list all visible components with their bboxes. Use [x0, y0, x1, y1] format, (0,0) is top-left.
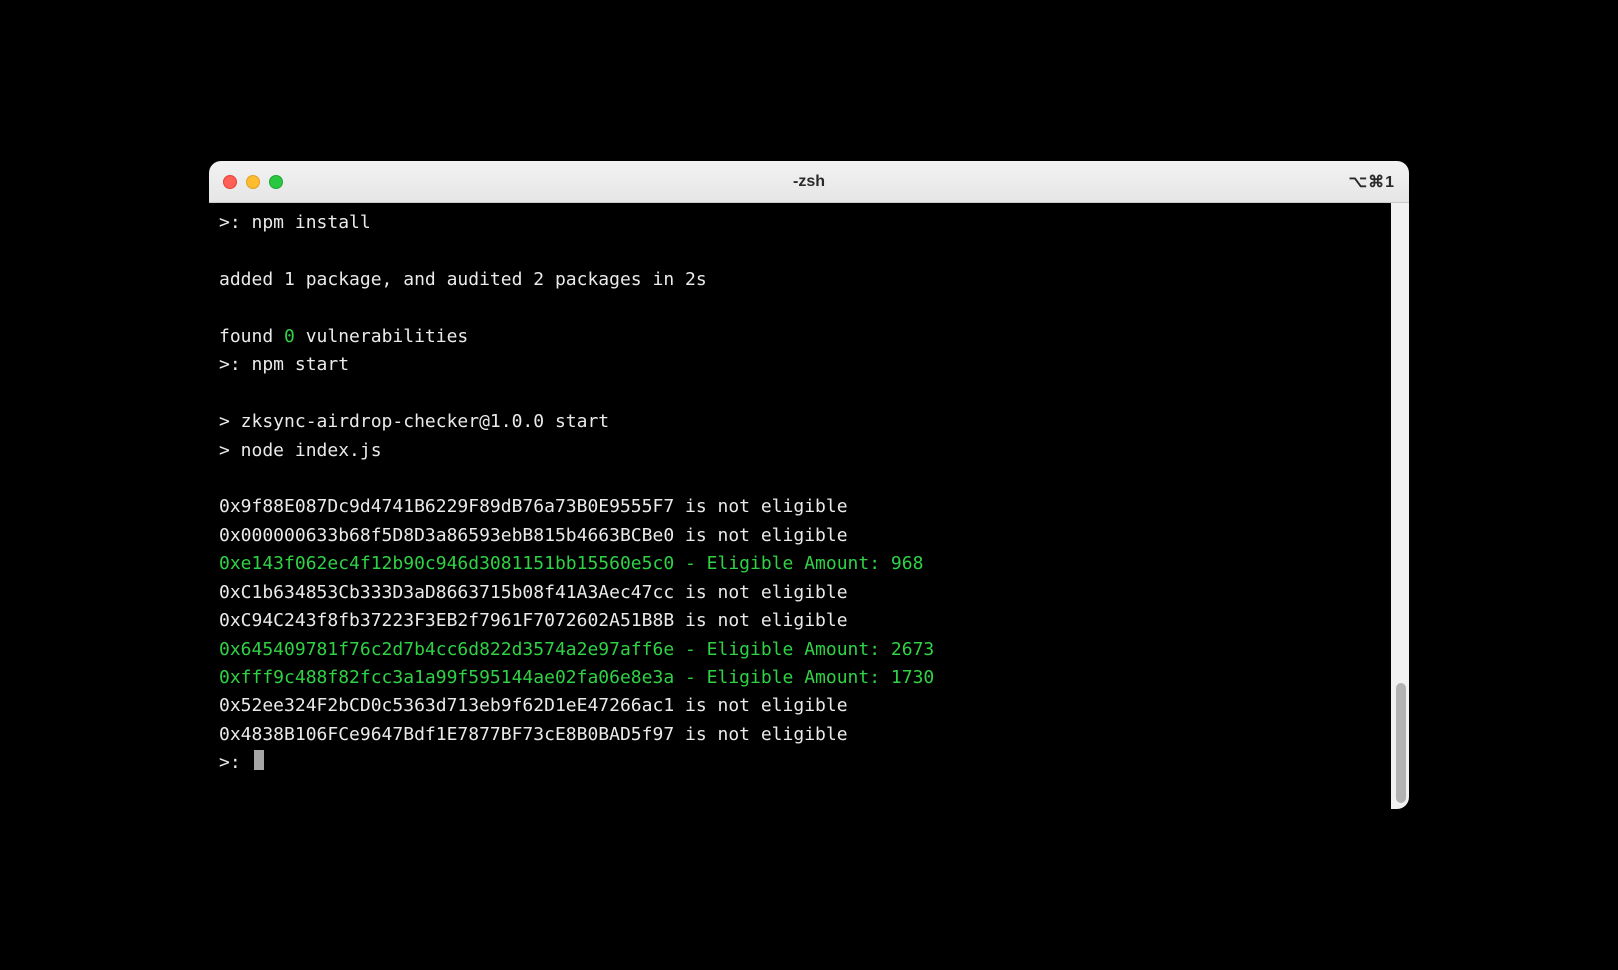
minimize-icon[interactable] [246, 175, 260, 189]
terminal-line: added 1 package, and audited 2 packages … [219, 266, 1399, 294]
terminal-text: 0x000000633b68f5D8D3a86593ebB815b4663BCB… [219, 525, 848, 546]
terminal-line [219, 465, 1399, 493]
terminal-line: 0xC1b634853Cb333D3aD8663715b08f41A3Aec47… [219, 579, 1399, 607]
terminal-line: 0x000000633b68f5D8D3a86593ebB815b4663BCB… [219, 522, 1399, 550]
terminal-line [219, 237, 1399, 265]
cursor-icon [254, 750, 264, 770]
terminal-line: found 0 vulnerabilities [219, 323, 1399, 351]
terminal-text: 0xfff9c488f82fcc3a1a99f595144ae02fa06e8e… [219, 667, 934, 688]
terminal-line: 0x4838B106FCe9647Bdf1E7877BF73cE8B0BAD5f… [219, 721, 1399, 749]
terminal-text: >: npm start [219, 354, 349, 375]
terminal-line: 0xC94C243f8fb37223F3EB2f7961F7072602A51B… [219, 607, 1399, 635]
terminal-text: 0x645409781f76c2d7b4cc6d822d3574a2e97aff… [219, 639, 934, 660]
prompt: >: [219, 752, 252, 773]
terminal-line: 0x645409781f76c2d7b4cc6d822d3574a2e97aff… [219, 636, 1399, 664]
terminal-text: >: npm install [219, 212, 371, 233]
terminal-text: 0 [284, 326, 295, 347]
scrollbar-thumb[interactable] [1396, 683, 1406, 803]
terminal-line: 0xe143f062ec4f12b90c946d3081151bb15560e5… [219, 550, 1399, 578]
window-controls [223, 175, 283, 189]
terminal-line: 0xfff9c488f82fcc3a1a99f595144ae02fa06e8e… [219, 664, 1399, 692]
terminal-text: 0x52ee324F2bCD0c5363d713eb9f62D1eE47266a… [219, 695, 848, 716]
terminal-text: 0xC94C243f8fb37223F3EB2f7961F7072602A51B… [219, 610, 848, 631]
terminal-prompt-line: >: [219, 749, 1399, 777]
terminal-text: added 1 package, and audited 2 packages … [219, 269, 707, 290]
terminal-text: found [219, 326, 284, 347]
terminal-text: 0x9f88E087Dc9d4741B6229F89dB76a73B0E9555… [219, 496, 848, 517]
titlebar: -zsh ⌥⌘1 [209, 161, 1409, 203]
terminal-text: > zksync-airdrop-checker@1.0.0 start [219, 411, 609, 432]
scrollbar-track[interactable] [1391, 203, 1409, 809]
maximize-icon[interactable] [269, 175, 283, 189]
tab-shortcut: ⌥⌘1 [1349, 172, 1395, 192]
terminal-line: > zksync-airdrop-checker@1.0.0 start [219, 408, 1399, 436]
terminal-text: 0xC1b634853Cb333D3aD8663715b08f41A3Aec47… [219, 582, 848, 603]
terminal-text: > node index.js [219, 440, 382, 461]
close-icon[interactable] [223, 175, 237, 189]
terminal-output[interactable]: >: npm install added 1 package, and audi… [209, 203, 1409, 809]
terminal-text: vulnerabilities [295, 326, 468, 347]
terminal-line: 0x52ee324F2bCD0c5363d713eb9f62D1eE47266a… [219, 692, 1399, 720]
terminal-line: >: npm install [219, 209, 1399, 237]
terminal-text: 0xe143f062ec4f12b90c946d3081151bb15560e5… [219, 553, 923, 574]
terminal-line: 0x9f88E087Dc9d4741B6229F89dB76a73B0E9555… [219, 493, 1399, 521]
terminal-line: >: npm start [219, 351, 1399, 379]
terminal-text: 0x4838B106FCe9647Bdf1E7877BF73cE8B0BAD5f… [219, 724, 848, 745]
terminal-line [219, 380, 1399, 408]
window-title: -zsh [209, 173, 1409, 191]
terminal-window: -zsh ⌥⌘1 >: npm install added 1 package,… [209, 161, 1409, 809]
terminal-line [219, 294, 1399, 322]
terminal-line: > node index.js [219, 437, 1399, 465]
